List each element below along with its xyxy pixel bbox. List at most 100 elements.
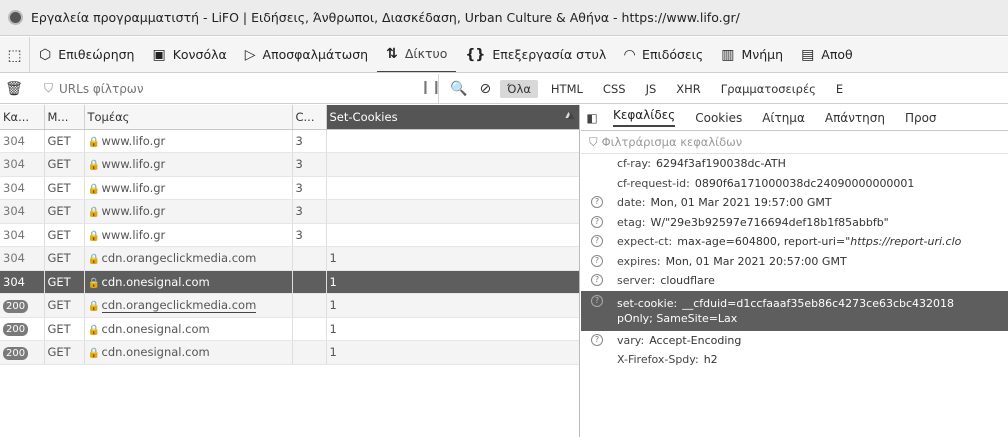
window-title: Εργαλεία προγραμματιστή - LiFO | Ειδήσει… bbox=[31, 10, 740, 25]
tab-cookies[interactable]: Cookies bbox=[695, 111, 742, 125]
cookies-count: 3 bbox=[292, 176, 327, 200]
tab-console[interactable]: ▣ Κονσόλα bbox=[143, 37, 235, 72]
header-value-link: "https://report-uri.clo bbox=[845, 235, 962, 249]
memory-icon: ▥ bbox=[721, 46, 735, 63]
response-header-row-selected[interactable]: ? set-cookie: __cfduid=d1ccfaaaf35eb86c4… bbox=[581, 290, 1008, 331]
table-row-selected[interactable]: 304 GET 🔒 cdn.onesignal.com 1 bbox=[0, 270, 579, 294]
response-header-row[interactable]: ? date: Mon, 01 Mar 2021 19:57:00 GMT bbox=[581, 193, 1008, 213]
filter-xhr-button[interactable]: XHR bbox=[669, 80, 708, 98]
table-row[interactable]: 304 GET 🔒 www.lifo.gr 3 bbox=[0, 152, 579, 177]
lock-icon: 🔒 bbox=[87, 136, 100, 148]
tab-debugger[interactable]: ▷ Αποσφαλμάτωση bbox=[236, 37, 377, 72]
col-method-header[interactable]: Μ... bbox=[44, 105, 85, 130]
table-row[interactable]: 304 GET 🔒 www.lifo.gr 3 bbox=[0, 176, 579, 200]
method: GET bbox=[44, 246, 85, 271]
cookies-count: 3 bbox=[292, 129, 327, 153]
lock-icon: 🔒 bbox=[87, 183, 100, 195]
method: GET bbox=[44, 317, 85, 341]
firefox-icon bbox=[8, 10, 23, 25]
help-icon[interactable]: ? bbox=[591, 254, 603, 267]
table-row[interactable]: 304 GET 🔒 www.lifo.gr 3 bbox=[0, 199, 579, 224]
filter-more-button[interactable]: E bbox=[829, 80, 850, 98]
tab-label: Μνήμη bbox=[741, 47, 784, 62]
filter-icon: ⛉ bbox=[44, 81, 54, 95]
element-picker-icon[interactable]: ⬚ bbox=[0, 37, 30, 72]
response-header-row[interactable]: cf-ray: 6294f3af190038dc-ATH bbox=[581, 154, 1008, 174]
scroll-up-icon[interactable]: ▲ bbox=[563, 105, 579, 128]
filter-all-button[interactable]: Όλα bbox=[500, 80, 538, 98]
col-status-header[interactable]: Κα... bbox=[0, 105, 45, 130]
performance-icon: ◠ bbox=[624, 46, 636, 63]
help-icon[interactable]: ? bbox=[591, 235, 603, 247]
status-code: 304 bbox=[3, 227, 25, 242]
tab-style-editor[interactable]: {} Επεξεργασία στυλ bbox=[456, 37, 615, 72]
cookies-count: 3 bbox=[292, 223, 327, 247]
table-row[interactable]: 304 GET 🔒 www.lifo.gr 3 bbox=[0, 223, 579, 247]
domain: www.lifo.gr bbox=[101, 227, 166, 242]
set-cookies-count bbox=[326, 176, 579, 200]
response-header-row[interactable]: ? server: cloudflare bbox=[581, 271, 1008, 291]
tab-performance[interactable]: ◠ Επιδόσεις bbox=[615, 37, 712, 72]
header-name: set-cookie: bbox=[617, 296, 678, 310]
help-icon[interactable]: ? bbox=[591, 333, 603, 346]
request-details-panel: ◧ Κεφαλίδες Cookies Αίτημα Απάντηση Προσ… bbox=[581, 105, 1008, 437]
response-header-row[interactable]: cf-request-id: 0890f6a171000038dc2409000… bbox=[581, 174, 1008, 194]
toggle-sidebar-icon[interactable]: ◧ bbox=[581, 111, 603, 125]
trash-icon[interactable]: 🗑 bbox=[0, 81, 28, 97]
header-name: X-Firefox-Spdy: bbox=[617, 353, 699, 367]
set-cookies-count bbox=[326, 223, 579, 247]
set-cookies-count bbox=[326, 129, 579, 153]
tab-label: Αποσφαλμάτωση bbox=[262, 47, 369, 62]
domain: cdn.orangeclickmedia.com bbox=[101, 251, 257, 266]
table-row[interactable]: 200 GET 🔒 cdn.onesignal.com 1 bbox=[0, 340, 579, 365]
network-icon: ⇅ bbox=[386, 45, 398, 62]
response-header-row[interactable]: ? expect-ct: max-age=604800, report-uri=… bbox=[581, 232, 1008, 252]
header-value: cloudflare bbox=[660, 274, 715, 288]
help-icon[interactable]: ? bbox=[591, 274, 603, 286]
table-row[interactable]: 304 GET 🔒 cdn.orangeclickmedia.com 1 bbox=[0, 246, 579, 271]
tab-headers[interactable]: Κεφαλίδες bbox=[613, 108, 676, 127]
search-icon[interactable]: 🔍 bbox=[450, 81, 467, 97]
col-cookies-header[interactable]: C... bbox=[292, 105, 327, 130]
headers-filter[interactable]: ⛉ Φιλτράρισμα κεφαλίδων bbox=[581, 131, 1008, 154]
set-cookies-count: 1 bbox=[326, 270, 579, 294]
lock-icon: 🔒 bbox=[87, 160, 100, 172]
header-value: Mon, 01 Mar 2021 19:57:00 GMT bbox=[650, 196, 832, 210]
header-value: Accept-Encoding bbox=[649, 333, 742, 347]
tab-request[interactable]: Αίτημα bbox=[762, 111, 805, 125]
tab-network[interactable]: ⇅ Δίκτυο bbox=[377, 37, 457, 72]
col-domain-header[interactable]: Τομέας bbox=[84, 105, 293, 130]
response-header-row[interactable]: ? expires: Mon, 01 Mar 2021 20:57:00 GMT bbox=[581, 252, 1008, 272]
url-filter-input[interactable] bbox=[59, 77, 460, 100]
col-set-cookies-header[interactable]: Set-Cookies ▲ bbox=[326, 105, 579, 130]
help-icon[interactable]: ? bbox=[591, 196, 603, 208]
response-header-row[interactable]: ? vary: Accept-Encoding bbox=[581, 331, 1008, 351]
tab-storage[interactable]: ▤ Αποθ bbox=[792, 37, 862, 72]
lock-icon: 🔒 bbox=[87, 230, 100, 242]
window-titlebar: Εργαλεία προγραμματιστή - LiFO | Ειδήσει… bbox=[0, 0, 1008, 36]
filter-html-button[interactable]: HTML bbox=[544, 80, 590, 98]
domain: www.lifo.gr bbox=[101, 157, 166, 172]
block-icon[interactable]: ⊘ bbox=[479, 81, 491, 97]
request-table: Κα... Μ... Τομέας C... Set-Cookies ▲ 304 … bbox=[0, 105, 579, 365]
table-row[interactable]: 200 GET 🔒 cdn.onesignal.com 1 bbox=[0, 317, 579, 341]
filter-css-button[interactable]: CSS bbox=[596, 80, 633, 98]
lock-icon: 🔒 bbox=[87, 207, 100, 219]
tab-memory[interactable]: ▥ Μνήμη bbox=[712, 37, 792, 72]
table-row[interactable]: 304 GET 🔒 www.lifo.gr 3 bbox=[0, 129, 579, 153]
tab-response[interactable]: Απάντηση bbox=[825, 111, 885, 125]
filter-js-button[interactable]: JS bbox=[639, 80, 664, 98]
cookies-count: 3 bbox=[292, 199, 327, 224]
help-icon[interactable]: ? bbox=[591, 294, 603, 307]
divider bbox=[438, 74, 439, 103]
table-row[interactable]: 200 GET 🔒 cdn.orangeclickmedia.com 1 bbox=[0, 293, 579, 318]
help-icon[interactable]: ? bbox=[591, 215, 603, 228]
tab-inspector[interactable]: ⬡ Επιθεώρηση bbox=[30, 37, 143, 72]
response-header-row[interactable]: ? etag: W/"29e3b92597e716694def18b1f85ab… bbox=[581, 213, 1008, 233]
tab-more[interactable]: Προσ bbox=[905, 111, 937, 125]
lock-icon: 🔒 bbox=[87, 277, 100, 289]
response-header-row[interactable]: X-Firefox-Spdy: h2 bbox=[581, 350, 1008, 370]
header-value: __cfduid=d1ccfaaaf35eb86c4273ce63cbc4320… bbox=[682, 296, 955, 310]
filter-fonts-button[interactable]: Γραμματοσειρές bbox=[714, 80, 823, 98]
set-cookies-count: 1 bbox=[326, 293, 579, 318]
